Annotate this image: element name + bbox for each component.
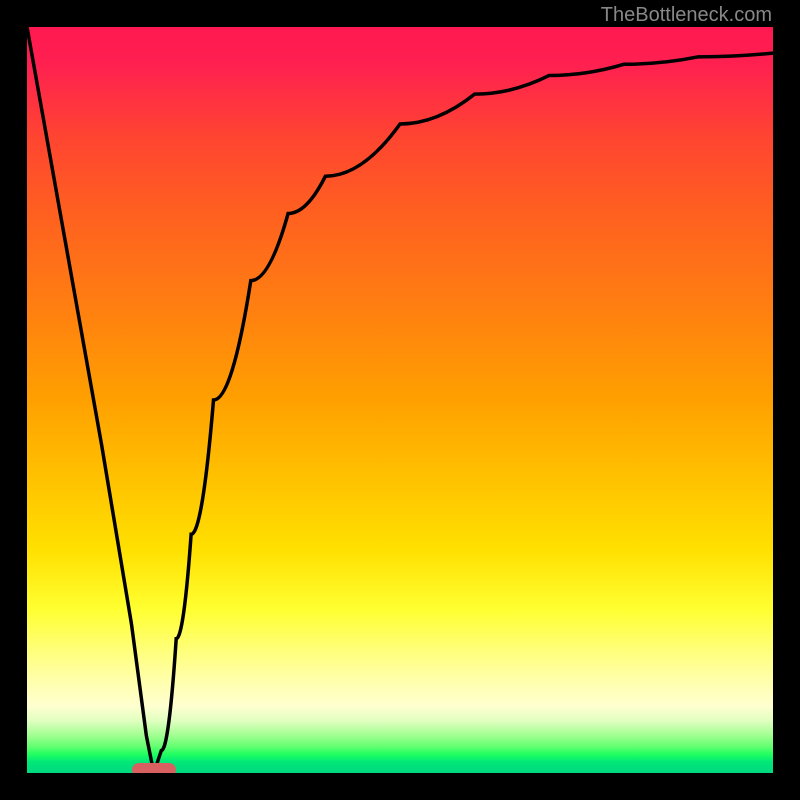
curve-svg	[27, 27, 773, 773]
bottleneck-curve-path	[27, 27, 773, 773]
chart-area	[27, 27, 773, 773]
watermark-text: TheBottleneck.com	[601, 4, 772, 27]
optimal-marker	[132, 763, 176, 773]
